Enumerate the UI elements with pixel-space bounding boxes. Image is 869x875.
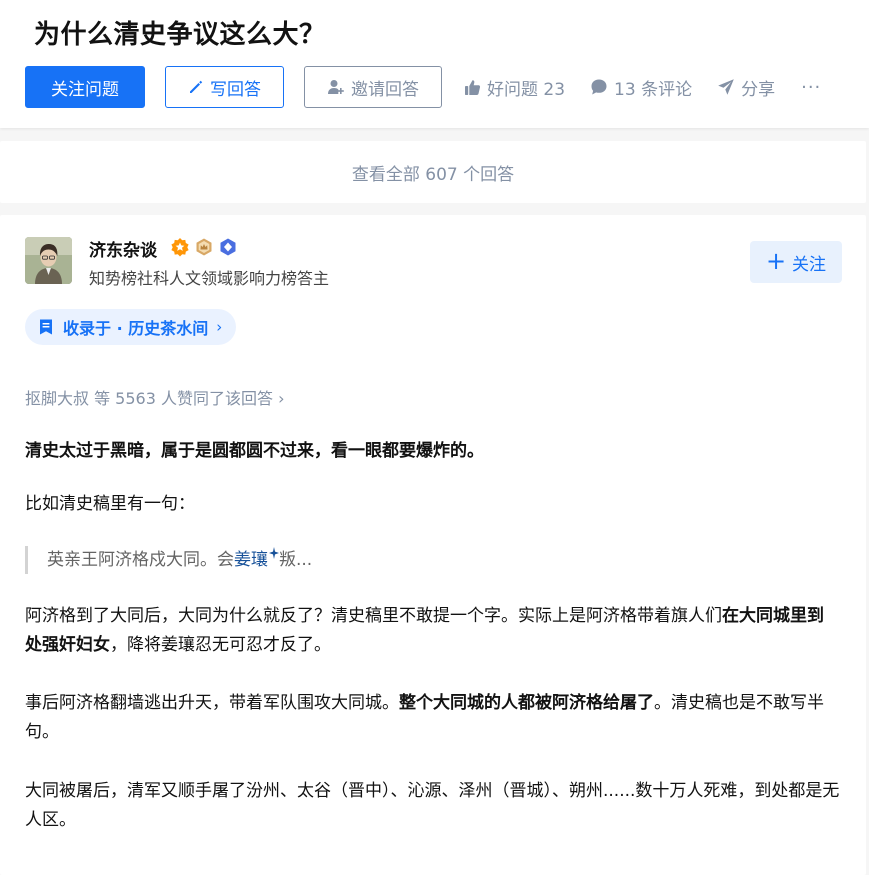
collection-label: 收录于 · 历史茶水间 [63, 319, 209, 338]
creator-badge-icon[interactable] [218, 237, 238, 257]
paragraph-1: 清史太过于黑暗，属于是圆都圆不过来，看一眼都要爆炸的。 [25, 441, 484, 461]
invite-answer-button[interactable]: 邀请回答 [304, 66, 442, 108]
answer-card: 济东杂谈 知势榜社科人文领域影响力榜答主 + 关注 收录于 · 历史茶水间 › … [0, 215, 866, 875]
write-answer-label: 写回答 [210, 79, 261, 100]
blockquote: 英亲王阿济格戍大同。会姜瓖 叛... [25, 546, 840, 574]
bookmark-list-icon [40, 319, 52, 335]
p4-text-a: 事后阿济格翻墙逃出升天，带着军队围攻大同城。 [25, 693, 399, 713]
p3-text-a: 阿济格到了大同后，大同为什么就反了？清史稿里不敢提一个字。实际上是阿济格带着旗人… [25, 606, 722, 626]
plus-icon: + [765, 247, 787, 275]
author-badges [170, 237, 242, 257]
good-question-label: 好问题 23 [487, 79, 566, 100]
author-name[interactable]: 济东杂谈 [89, 236, 157, 261]
follow-author-button[interactable]: + 关注 [750, 241, 842, 283]
follow-question-button[interactable]: 关注问题 [25, 66, 145, 108]
sparkle-icon [269, 547, 279, 559]
author-bio: 知势榜社科人文领域影响力榜答主 [89, 269, 330, 288]
paragraph-5: 大同被屠后，清军又顺手屠了汾州、太谷（晋中）、沁源、泽州（晋城）、朔州.....… [25, 781, 840, 830]
paragraph-2: 比如清史稿里有一句： [25, 494, 195, 514]
question-header: 为什么清史争议这么大？ 关注问题 写回答 邀请回答 好问题 23 13 条评论 … [0, 0, 869, 128]
keyword-link[interactable]: 姜瓖 [234, 547, 279, 570]
author-avatar[interactable] [25, 237, 72, 284]
paragraph-3: 阿济格到了大同后，大同为什么就反了？清史稿里不敢提一个字。实际上是阿济格带着旗人… [25, 602, 840, 660]
chevron-right-icon: › [216, 318, 223, 336]
quote-text-before: 英亲王阿济格戍大同。会 [47, 550, 234, 570]
influence-badge-icon[interactable] [194, 237, 214, 257]
share-label: 分享 [741, 79, 776, 100]
p4-bold: 整个大同城的人都被阿济格给屠了 [399, 693, 654, 713]
thumbs-up-icon [465, 79, 481, 95]
more-options-button[interactable]: ··· [801, 77, 821, 98]
write-answer-button[interactable]: 写回答 [165, 66, 284, 108]
p3-text-c: ，降将姜瓖忍无可忍才反了。 [110, 635, 331, 655]
follow-author-label: 关注 [792, 254, 827, 275]
comment-bubble-icon [591, 79, 607, 95]
keyword-text: 姜瓖 [234, 550, 268, 570]
comments-button[interactable]: 13 条评论 [590, 75, 692, 100]
comments-label: 13 条评论 [614, 79, 693, 100]
good-question-button[interactable]: 好问题 23 [464, 75, 565, 100]
paper-plane-icon [718, 79, 734, 95]
avatar-portrait-icon [25, 237, 72, 284]
view-all-answers-link[interactable]: 查看全部 607 个回答 [0, 141, 866, 203]
paragraph-4: 事后阿济格翻墙逃出升天，带着军队围攻大同城。整个大同城的人都被阿济格给屠了。清史… [25, 689, 840, 747]
invite-answer-label: 邀请回答 [351, 79, 419, 100]
question-title: 为什么清史争议这么大？ [34, 20, 326, 50]
invite-user-icon [328, 80, 344, 94]
voters-summary[interactable]: 抠脚大叔 等 5563 人赞同了该回答 › [25, 385, 284, 409]
share-button[interactable]: 分享 [717, 75, 775, 100]
pencil-icon [190, 80, 203, 93]
certified-badge-icon[interactable] [170, 237, 190, 257]
collection-pill[interactable]: 收录于 · 历史茶水间 › [25, 309, 237, 345]
quote-text-after: 叛... [279, 550, 313, 570]
question-actions: 关注问题 写回答 邀请回答 好问题 23 13 条评论 分享 ··· [25, 66, 821, 108]
